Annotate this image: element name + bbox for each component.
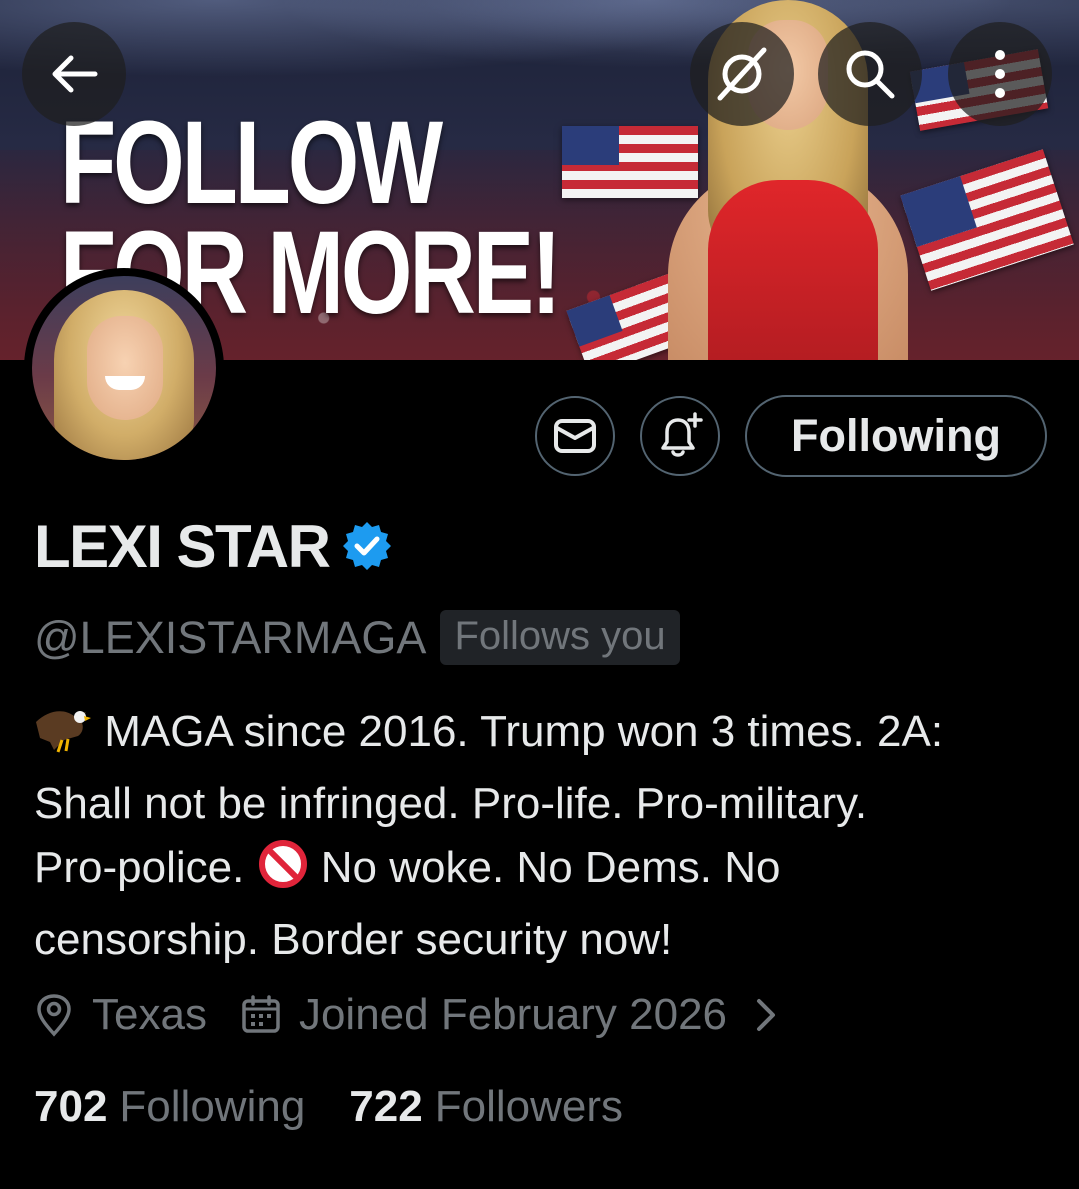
- bio-line-3-part-1: Pro-police.: [34, 843, 245, 892]
- following-button-label: Following: [791, 410, 1001, 461]
- bio: MAGA since 2016. Trump won 3 times. 2A: …: [34, 700, 1044, 972]
- location-pin-icon: [37, 994, 71, 1037]
- joined-date[interactable]: Joined February 2026: [241, 990, 779, 1040]
- prohibited-emoji-icon: [257, 838, 309, 908]
- bio-line-2: Shall not be infringed. Pro-life. Pro-mi…: [34, 779, 868, 828]
- following-count: 702: [34, 1082, 108, 1131]
- envelope-icon: [554, 419, 596, 453]
- follows-you-badge: Follows you: [440, 610, 680, 665]
- search-button[interactable]: [818, 22, 922, 126]
- following-label: Following: [119, 1082, 306, 1131]
- followers-label: Followers: [434, 1082, 623, 1131]
- display-name: LEXI STAR: [34, 513, 331, 580]
- location-text: Texas: [92, 990, 207, 1039]
- chevron-right-icon: [757, 999, 776, 1031]
- bio-line-1: MAGA since 2016. Trump won 3 times. 2A:: [34, 700, 1044, 772]
- handle: @LEXISTARMAGA: [34, 611, 427, 663]
- banner-headline-line1: FOLLOW: [60, 97, 443, 229]
- more-button[interactable]: [948, 22, 1052, 126]
- bio-line-4: censorship. Border security now!: [34, 915, 673, 964]
- bio-line-3: Pro-police. No woke. No Dems. No: [34, 836, 1044, 908]
- followers-count: 722: [349, 1082, 423, 1131]
- profile-meta: Texas Joined February 2026: [34, 990, 779, 1040]
- bio-line-3-part-2: No woke. No Dems. No: [320, 843, 781, 892]
- followers-stat[interactable]: 722 Followers: [349, 1082, 623, 1132]
- following-button[interactable]: Following: [745, 395, 1047, 477]
- following-stat[interactable]: 702 Following: [34, 1082, 305, 1132]
- eagle-emoji-icon: [34, 704, 92, 772]
- calendar-icon: [242, 995, 280, 1033]
- name-row: LEXI STAR: [34, 512, 393, 581]
- bell-plus-icon: [661, 412, 703, 457]
- handle-row: @LEXISTARMAGA Follows you: [34, 610, 680, 665]
- bio-line-1-text: MAGA since 2016. Trump won 3 times. 2A:: [104, 707, 944, 756]
- grok-icon: [717, 47, 767, 101]
- message-button[interactable]: [535, 396, 615, 476]
- profile-avatar[interactable]: [24, 268, 224, 468]
- notifications-button[interactable]: [640, 396, 720, 476]
- location: Texas: [34, 990, 207, 1040]
- arrow-left-icon: [52, 55, 98, 93]
- follow-stats: 702 Following 722 Followers: [34, 1082, 623, 1132]
- back-button[interactable]: [22, 22, 126, 126]
- avatar-image: [32, 276, 216, 460]
- verified-badge-icon[interactable]: [341, 520, 393, 577]
- joined-text: Joined February 2026: [298, 990, 728, 1039]
- search-icon: [846, 50, 895, 99]
- grok-button[interactable]: [690, 22, 794, 126]
- more-vertical-icon: [995, 50, 1005, 98]
